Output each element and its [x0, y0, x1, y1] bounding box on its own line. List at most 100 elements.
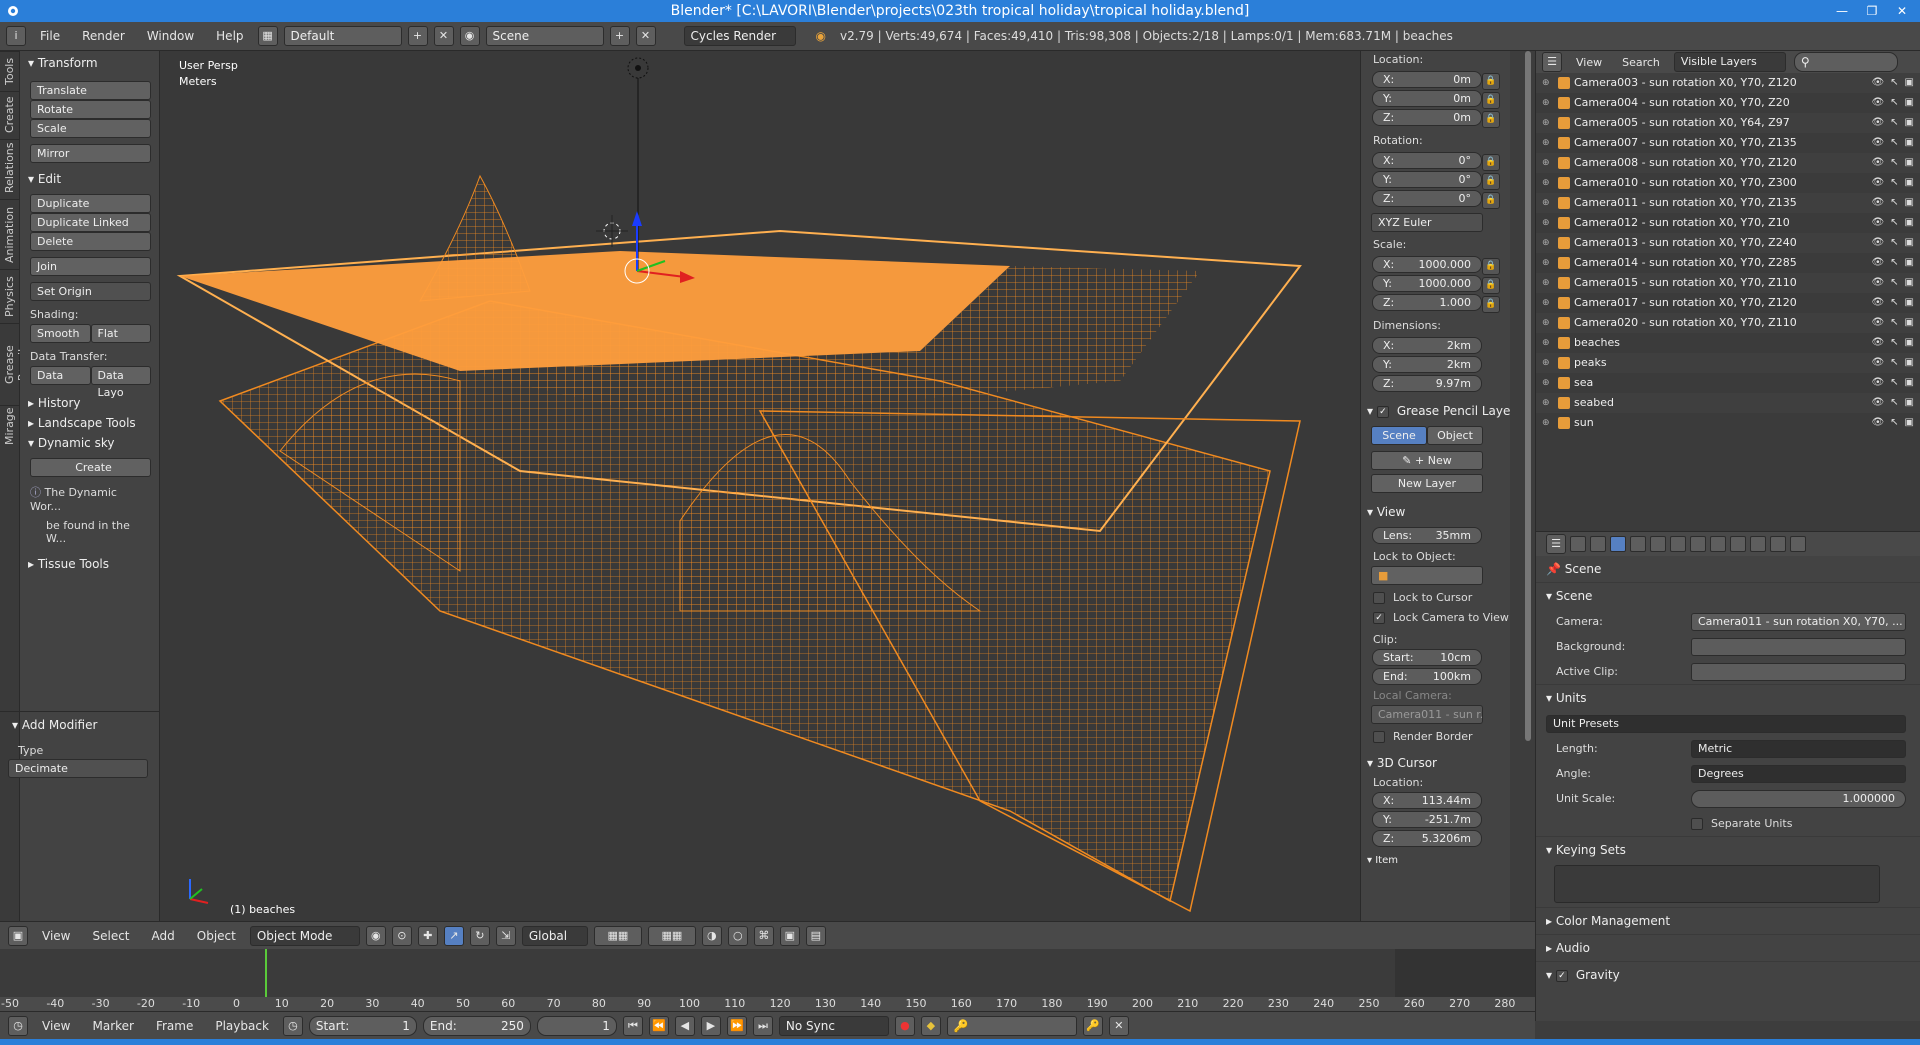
scene-icon[interactable]: ◉	[459, 26, 480, 46]
outliner-row[interactable]: ⊕ beaches 👁 ↖ ▣	[1536, 333, 1920, 353]
keying-set-field[interactable]: 🔑	[946, 1015, 1077, 1036]
lock-object-field[interactable]: ■	[1371, 566, 1483, 585]
renderable-camera-icon[interactable]: ▣	[1905, 253, 1914, 273]
unit-presets-select[interactable]: Unit Presets	[1546, 714, 1906, 733]
gp-new-layer-button[interactable]: New Layer	[1371, 474, 1483, 493]
rotation-mode-select[interactable]: XYZ Euler	[1371, 213, 1483, 232]
tl-menu-view[interactable]: View	[34, 1019, 78, 1033]
tab-mirage[interactable]: Mirage	[0, 405, 20, 451]
outliner-search-menu[interactable]: Search	[1616, 56, 1666, 69]
outliner-view-menu[interactable]: View	[1570, 56, 1608, 69]
render-tab-icon[interactable]	[1570, 536, 1586, 552]
clip-end-field[interactable]: End: 100km	[1372, 668, 1482, 685]
render-preview-icon[interactable]: ◑	[701, 925, 722, 946]
keying-sets-list[interactable]	[1554, 865, 1880, 903]
lens-field[interactable]: Lens: 35mm	[1372, 527, 1482, 544]
jump-end-icon[interactable]: ⏭	[752, 1015, 773, 1036]
outliner-row[interactable]: ⊕ Camera007 - sun rotation X0, Y70, Z135 👁…	[1536, 133, 1920, 153]
expand-icon[interactable]: ⊕	[1542, 313, 1550, 333]
smooth-button[interactable]: Smooth	[30, 324, 91, 343]
data-tab-icon[interactable]	[1710, 536, 1726, 552]
scale-x-field[interactable]: X: 1000.000	[1372, 256, 1482, 273]
outliner-row[interactable]: ⊕ sun 👁 ↖ ▣	[1536, 413, 1920, 433]
selectable-arrow-icon[interactable]: ↖	[1890, 213, 1898, 233]
tab-grease-pencil[interactable]: Grease Pencil	[0, 323, 29, 405]
delete-keyframe-icon[interactable]: ✕	[1108, 1015, 1129, 1036]
camera-field[interactable]: Camera011 - sun rotation X0, Y70, ...	[1691, 612, 1906, 631]
visibility-eye-icon[interactable]: 👁	[1871, 193, 1884, 213]
scale-y-field[interactable]: Y: 1000.000	[1372, 275, 1482, 292]
expand-icon[interactable]: ⊕	[1542, 193, 1550, 213]
lock-to-cursor-option[interactable]: Lock to Cursor	[1361, 589, 1510, 607]
separate-units-option[interactable]: Separate Units	[1536, 811, 1920, 836]
expand-icon[interactable]: ⊕	[1542, 113, 1550, 133]
visibility-eye-icon[interactable]: 👁	[1871, 413, 1884, 433]
menu-render[interactable]: Render	[74, 29, 133, 43]
render-engine-select[interactable]: Cycles Render	[683, 26, 796, 46]
preview-range-icon[interactable]: ◷	[282, 1015, 303, 1036]
renderable-camera-icon[interactable]: ▣	[1905, 73, 1914, 93]
translate-button[interactable]: Translate	[30, 81, 151, 100]
outliner-row[interactable]: ⊕ Camera015 - sun rotation X0, Y70, Z110 👁…	[1536, 273, 1920, 293]
selectable-arrow-icon[interactable]: ↖	[1890, 393, 1898, 413]
gravity-panel-header[interactable]: ▾ ✓ Gravity	[1536, 961, 1920, 988]
pin-icon[interactable]: 📌	[1546, 562, 1561, 576]
play-icon[interactable]: ▶	[700, 1015, 721, 1036]
cursor-y-field[interactable]: Y: -251.7m	[1372, 811, 1482, 828]
outliner-row[interactable]: ⊕ Camera020 - sun rotation X0, Y70, Z110 👁…	[1536, 313, 1920, 333]
physics-tab-icon[interactable]	[1790, 536, 1806, 552]
scale-z-field[interactable]: Z: 1.000	[1372, 294, 1482, 311]
expand-icon[interactable]: ⊕	[1542, 333, 1550, 353]
outliner-row[interactable]: ⊕ Camera010 - sun rotation X0, Y70, Z300 👁…	[1536, 173, 1920, 193]
unit-scale-field[interactable]: 1.000000	[1691, 789, 1906, 808]
units-panel-header[interactable]: ▾ Units	[1536, 684, 1920, 711]
visibility-eye-icon[interactable]: 👁	[1871, 293, 1884, 313]
expand-icon[interactable]: ⊕	[1542, 253, 1550, 273]
renderable-camera-icon[interactable]: ▣	[1905, 273, 1914, 293]
texture-tab-icon[interactable]	[1750, 536, 1766, 552]
dimension-z-field[interactable]: Z: 9.97m	[1372, 375, 1482, 392]
rotate-button[interactable]: Rotate	[30, 100, 151, 119]
item-panel-header[interactable]: ▾ Item	[1361, 851, 1510, 870]
visibility-eye-icon[interactable]: 👁	[1871, 73, 1884, 93]
lock-icon[interactable]: 🔒	[1482, 154, 1500, 171]
end-frame-field[interactable]: End: 250	[422, 1015, 531, 1036]
layers-grid-icon[interactable]: ▦▦	[593, 925, 642, 946]
remove-scene-icon[interactable]: ✕	[635, 26, 656, 46]
expand-icon[interactable]: ⊕	[1542, 393, 1550, 413]
outliner-row[interactable]: ⊕ Camera013 - sun rotation X0, Y70, Z240 👁…	[1536, 233, 1920, 253]
lock-icon[interactable]: 🔒	[1482, 277, 1500, 294]
manipulator-icon[interactable]: ✚	[417, 925, 438, 946]
3d-cursor-panel-header[interactable]: ▾ 3D Cursor	[1361, 752, 1510, 774]
expand-icon[interactable]: ⊕	[1542, 133, 1550, 153]
selectable-arrow-icon[interactable]: ↖	[1890, 353, 1898, 373]
selectable-arrow-icon[interactable]: ↖	[1890, 413, 1898, 433]
tab-animation[interactable]: Animation	[0, 199, 20, 269]
tab-tools[interactable]: Tools	[0, 51, 20, 91]
visibility-eye-icon[interactable]: 👁	[1871, 313, 1884, 333]
edit-panel-header[interactable]: ▾ Edit	[20, 169, 159, 189]
selectable-arrow-icon[interactable]: ↖	[1890, 253, 1898, 273]
set-origin-select[interactable]: Set Origin	[30, 282, 151, 301]
modifiers-tab-icon[interactable]	[1690, 536, 1706, 552]
menu-file[interactable]: File	[32, 29, 68, 43]
sync-mode-select[interactable]: No Sync	[778, 1015, 889, 1036]
tab-relations[interactable]: Relations	[0, 139, 20, 199]
layers-grid-2-icon[interactable]: ▦▦	[647, 925, 696, 946]
visibility-eye-icon[interactable]: 👁	[1871, 333, 1884, 353]
join-button[interactable]: Join	[30, 257, 151, 276]
expand-icon[interactable]: ⊕	[1542, 353, 1550, 373]
dimension-x-field[interactable]: X: 2km	[1372, 337, 1482, 354]
keying-icon[interactable]: ◆	[920, 1015, 941, 1036]
lock-icon[interactable]: 🔒	[1482, 258, 1500, 275]
menu-add[interactable]: Add	[144, 929, 183, 943]
renderable-camera-icon[interactable]: ▣	[1905, 233, 1914, 253]
rotation-z-field[interactable]: Z: 0°	[1372, 190, 1482, 207]
layout-field[interactable]: Default	[283, 26, 402, 46]
outliner-row[interactable]: ⊕ Camera014 - sun rotation X0, Y70, Z285 👁…	[1536, 253, 1920, 273]
renderable-camera-icon[interactable]: ▣	[1905, 333, 1914, 353]
visibility-eye-icon[interactable]: 👁	[1871, 233, 1884, 253]
clip-start-field[interactable]: Start: 10cm	[1372, 649, 1482, 666]
display-filter-select[interactable]: Visible Layers	[1673, 52, 1786, 72]
add-scene-icon[interactable]: +	[609, 26, 630, 46]
